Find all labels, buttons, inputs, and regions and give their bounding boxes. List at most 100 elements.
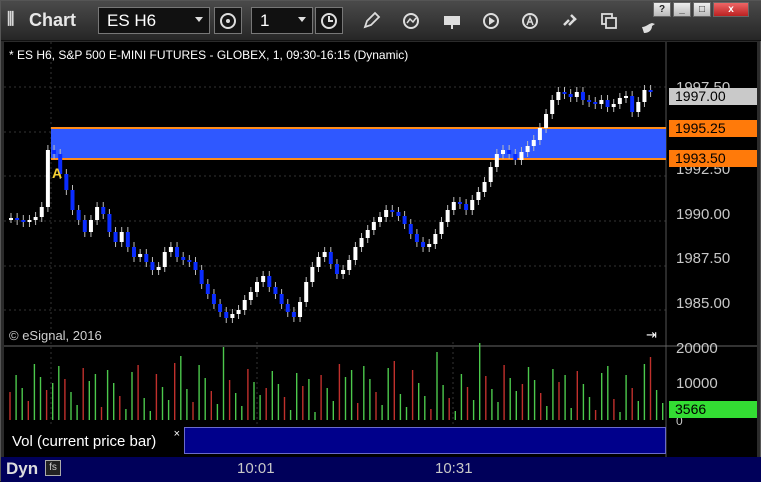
candle-body: [544, 114, 549, 128]
candle-body: [291, 312, 296, 317]
refresh-button[interactable]: [397, 7, 425, 34]
chart-window: ⫼ Chart ES H6 1 ? _ □ x * ES H6, S&P 500…: [0, 0, 761, 482]
candle-body: [587, 100, 592, 102]
candle-body: [236, 310, 241, 314]
candle-body: [630, 96, 635, 112]
scroll-right-icon[interactable]: ⇥: [646, 327, 657, 343]
candle-body: [15, 218, 20, 220]
candle-body: [384, 210, 389, 217]
refresh-icon: [403, 12, 419, 29]
candle-body: [556, 92, 561, 100]
play-button[interactable]: [477, 7, 505, 34]
candle-body: [95, 207, 100, 220]
fs-icon[interactable]: fs: [45, 460, 61, 476]
candle-body: [328, 252, 333, 264]
candle-body: [494, 154, 499, 167]
interval-dropdown[interactable]: 1: [251, 7, 313, 34]
candle-body: [27, 220, 32, 222]
candle-body: [562, 92, 567, 94]
candle-body: [476, 192, 481, 200]
copy-button[interactable]: [595, 7, 623, 34]
price-chart[interactable]: * ES H6, S&P 500 E-MINI FUTURES - GLOBEX…: [4, 42, 757, 459]
get-button[interactable]: [438, 7, 466, 34]
candle-body: [371, 222, 376, 230]
candle-body: [531, 140, 536, 146]
candle-body: [402, 216, 407, 224]
candle-body: [445, 210, 450, 222]
volume-last-label: 3566: [669, 401, 757, 418]
candle-body: [52, 150, 57, 154]
candle-body: [132, 247, 136, 257]
candle-body: [70, 190, 75, 210]
candle-body: [636, 102, 641, 112]
clock-cycle-button[interactable]: [214, 7, 242, 34]
candle-body: [316, 257, 321, 267]
candle-body: [267, 276, 272, 287]
candle-body: [255, 282, 259, 292]
draw-button[interactable]: [357, 7, 385, 34]
candle-body: [507, 150, 512, 154]
toolbar: ⫼ Chart ES H6 1 ? _ □ x: [1, 1, 761, 41]
symbol-dropdown[interactable]: ES H6: [98, 7, 210, 34]
volume-tick: 20000: [676, 340, 718, 357]
candle-body: [119, 232, 124, 242]
link-button[interactable]: [556, 7, 584, 34]
candle-body: [187, 260, 192, 262]
interval-clock-button[interactable]: [315, 7, 343, 34]
close-button[interactable]: x: [713, 2, 749, 17]
minimize-button[interactable]: _: [673, 2, 691, 17]
candle-body: [39, 207, 44, 217]
volume-tick: 10000: [676, 375, 718, 392]
candle-body: [648, 90, 653, 92]
bird-icon: [642, 22, 655, 33]
candle-body: [33, 217, 38, 220]
last-price-label: 1997.00: [669, 88, 757, 105]
maximize-button[interactable]: □: [693, 2, 711, 17]
candle-body: [451, 202, 456, 210]
candle-body: [322, 252, 327, 257]
a-button[interactable]: [516, 7, 544, 34]
candle-body: [550, 100, 555, 114]
candle-body: [101, 207, 106, 214]
candle-body: [501, 150, 505, 154]
marker-a-label: A: [52, 165, 63, 181]
candle-body: [574, 92, 579, 97]
candle-body: [261, 276, 266, 282]
candle-body: [107, 214, 112, 232]
candle-body: [439, 222, 444, 234]
close-study-icon[interactable]: ×: [174, 428, 180, 440]
candle-body: [593, 102, 598, 104]
interval-clock-icon: [321, 12, 337, 29]
candle-body: [82, 220, 87, 232]
chart-canvas[interactable]: [4, 42, 757, 459]
candle-body: [482, 182, 487, 192]
level-zone: [51, 128, 666, 159]
candle-body: [457, 202, 462, 204]
copyright-label: © eSignal, 2016: [9, 328, 102, 343]
candle-body: [76, 210, 81, 220]
candle-body: [580, 92, 585, 100]
bird-button[interactable]: [635, 13, 663, 40]
candle-body: [599, 100, 604, 104]
candle-body: [230, 314, 235, 318]
time-tick: 10:01: [237, 460, 275, 477]
study-legend[interactable]: Vol (current price bar) ×: [4, 427, 184, 454]
candle-body: [88, 220, 93, 232]
candle-body: [378, 217, 382, 222]
link-icon: [563, 13, 577, 26]
candle-body: [568, 94, 573, 97]
time-tick: 10:31: [435, 460, 473, 477]
candle-body: [642, 90, 647, 102]
candle-body: [218, 304, 223, 312]
candle-body: [347, 260, 352, 270]
candle-body: [396, 212, 401, 216]
candle-body: [470, 200, 475, 210]
help-button[interactable]: ?: [653, 2, 671, 17]
y-tick: 1985.00: [676, 295, 731, 312]
dynamic-mode-label[interactable]: Dyn: [6, 459, 38, 479]
candle-body: [113, 232, 118, 242]
candle-body: [224, 312, 229, 318]
candle-body: [156, 267, 161, 270]
candle-body: [513, 154, 518, 160]
candle-body: [304, 282, 309, 302]
